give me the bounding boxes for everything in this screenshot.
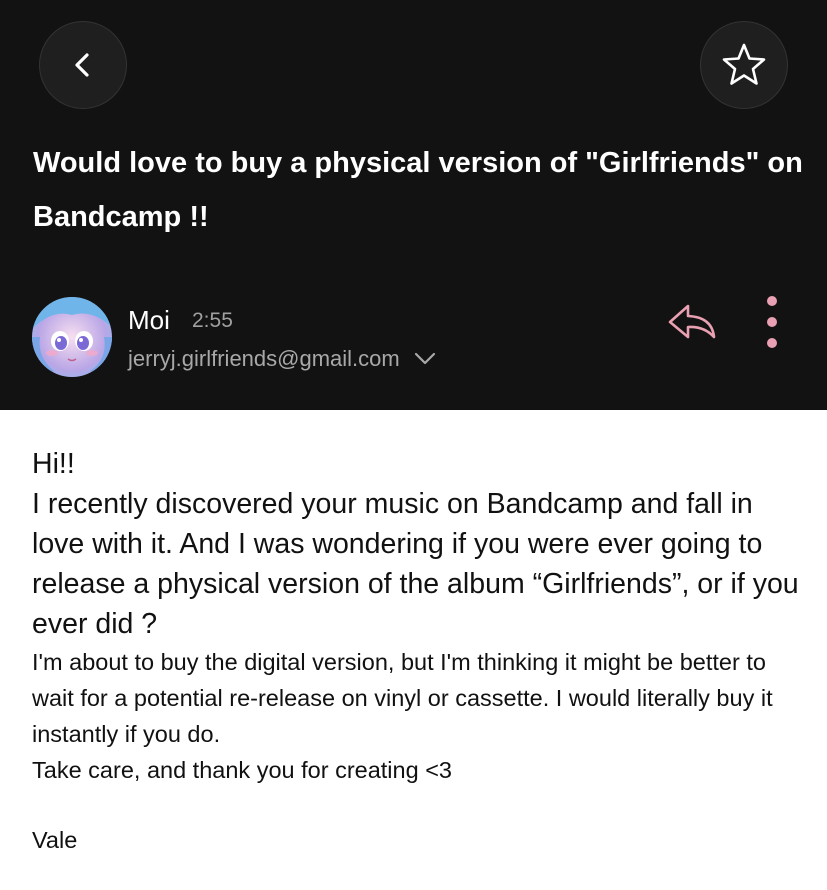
email-subject: Would love to buy a physical version of … (33, 147, 803, 233)
signature: Vale (32, 827, 78, 853)
sender-name: Moi (128, 305, 170, 335)
reply-icon (668, 304, 716, 339)
avatar-image (32, 297, 112, 377)
avatar[interactable] (32, 297, 112, 377)
star-outline-icon (722, 43, 766, 85)
email-header: Would love to buy a physical version of … (0, 0, 827, 410)
greeting: Hi!! (32, 448, 75, 480)
more-vertical-icon (767, 296, 777, 306)
back-button[interactable] (39, 21, 127, 109)
sender-time: 2:55 (192, 309, 233, 332)
sender-email: jerryj.girlfriends@gmail.com (128, 346, 400, 371)
star-button[interactable] (700, 21, 788, 109)
reply-button[interactable] (664, 300, 720, 344)
more-options-button[interactable] (758, 296, 786, 348)
chevron-down-icon (414, 352, 435, 365)
paragraph-2: I'm about to buy the digital version, bu… (32, 649, 773, 747)
sender-details-toggle[interactable]: jerryj.girlfriends@gmail.com (128, 346, 436, 372)
paragraph-1: I recently discovered your music on Band… (32, 488, 799, 640)
chevron-left-icon (75, 53, 89, 77)
email-body: Hi!! I recently discovered your music on… (32, 444, 812, 858)
paragraph-3: Take care, and thank you for creating <3 (32, 757, 452, 783)
